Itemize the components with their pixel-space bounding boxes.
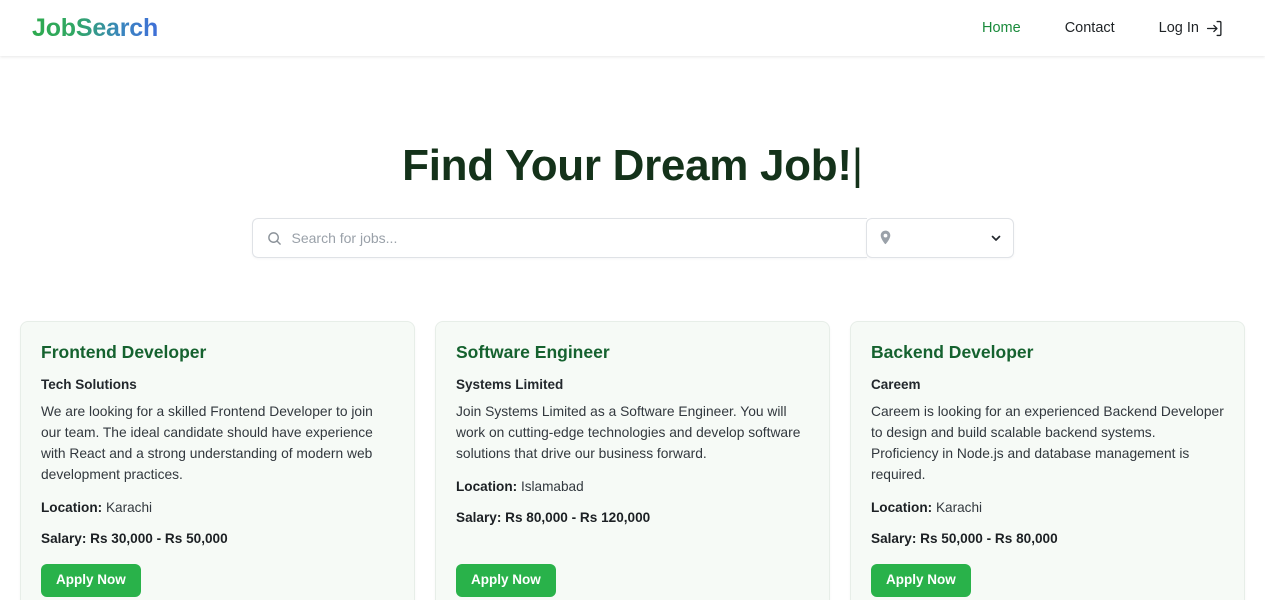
job-location-label: Location:	[871, 499, 933, 515]
job-search-field[interactable]	[251, 218, 867, 259]
job-location-value: Islamabad	[520, 478, 584, 494]
brand-logo[interactable]: JobSearch	[32, 14, 158, 43]
typing-caret: |	[851, 140, 863, 189]
job-salary-value: Rs 50,000 - Rs 80,000	[920, 530, 1058, 546]
job-salary-label: Salary:	[871, 530, 917, 546]
apply-now-button[interactable]: Apply Now	[41, 563, 141, 597]
nav-item-contact-label: Contact	[1064, 20, 1115, 36]
apply-now-button[interactable]: Apply Now	[456, 563, 556, 597]
job-location-label: Location:	[41, 499, 103, 515]
job-location-label: Location:	[456, 478, 518, 494]
job-title: Frontend Developer	[41, 342, 207, 363]
job-salary-value: Rs 30,000 - Rs 50,000	[90, 530, 228, 546]
sign-in-icon	[1206, 20, 1223, 37]
primary-navigation: Home Contact Log In	[960, 14, 1233, 43]
job-location: Location: Karachi	[41, 498, 394, 517]
search-bar	[251, 218, 1014, 259]
page-title: Find Your Dream Job!|	[402, 140, 863, 190]
map-pin-icon	[879, 230, 892, 246]
job-location-value: Karachi	[105, 499, 153, 515]
page-title-text: Find Your Dream Job!	[402, 141, 852, 190]
location-select[interactable]	[899, 219, 1003, 258]
job-location: Location: Islamabad	[456, 477, 809, 496]
job-salary-value: Rs 80,000 - Rs 120,000	[505, 509, 651, 525]
job-card: Software Engineer Systems Limited Join S…	[435, 321, 830, 600]
job-description: Careem is looking for an experienced Bac…	[871, 403, 1224, 482]
hero-section: Find Your Dream Job!|	[0, 56, 1265, 259]
job-location: Location: Karachi	[871, 498, 1224, 517]
job-card: Frontend Developer Tech Solutions We are…	[20, 321, 415, 600]
top-navbar: JobSearch Home Contact Log In	[0, 0, 1265, 56]
nav-item-contact[interactable]: Contact	[1043, 14, 1137, 42]
nav-item-login-label: Log In	[1158, 20, 1199, 36]
job-description: Join Systems Limited as a Software Engin…	[456, 403, 801, 461]
job-salary: Salary: Rs 80,000 - Rs 120,000	[456, 508, 809, 527]
job-title: Backend Developer	[871, 342, 1034, 363]
job-location-value: Karachi	[935, 499, 983, 515]
job-card: Backend Developer Careem Careem is looki…	[850, 321, 1245, 600]
location-filter[interactable]	[865, 218, 1014, 259]
job-title: Software Engineer	[456, 342, 610, 363]
job-listings: Frontend Developer Tech Solutions We are…	[0, 321, 1265, 600]
job-company: Careem	[871, 377, 921, 393]
nav-item-home[interactable]: Home	[960, 14, 1043, 42]
job-company: Tech Solutions	[41, 377, 137, 393]
job-salary-label: Salary:	[456, 509, 502, 525]
job-salary-label: Salary:	[41, 530, 87, 546]
job-description: We are looking for a skilled Frontend De…	[41, 403, 373, 482]
nav-item-login[interactable]: Log In	[1137, 14, 1233, 43]
search-input[interactable]	[291, 230, 855, 247]
search-icon	[267, 231, 282, 246]
apply-now-button[interactable]: Apply Now	[871, 563, 971, 597]
job-salary: Salary: Rs 30,000 - Rs 50,000	[41, 529, 394, 548]
job-company: Systems Limited	[456, 377, 564, 393]
job-salary: Salary: Rs 50,000 - Rs 80,000	[871, 529, 1224, 548]
nav-item-home-label: Home	[982, 20, 1021, 36]
